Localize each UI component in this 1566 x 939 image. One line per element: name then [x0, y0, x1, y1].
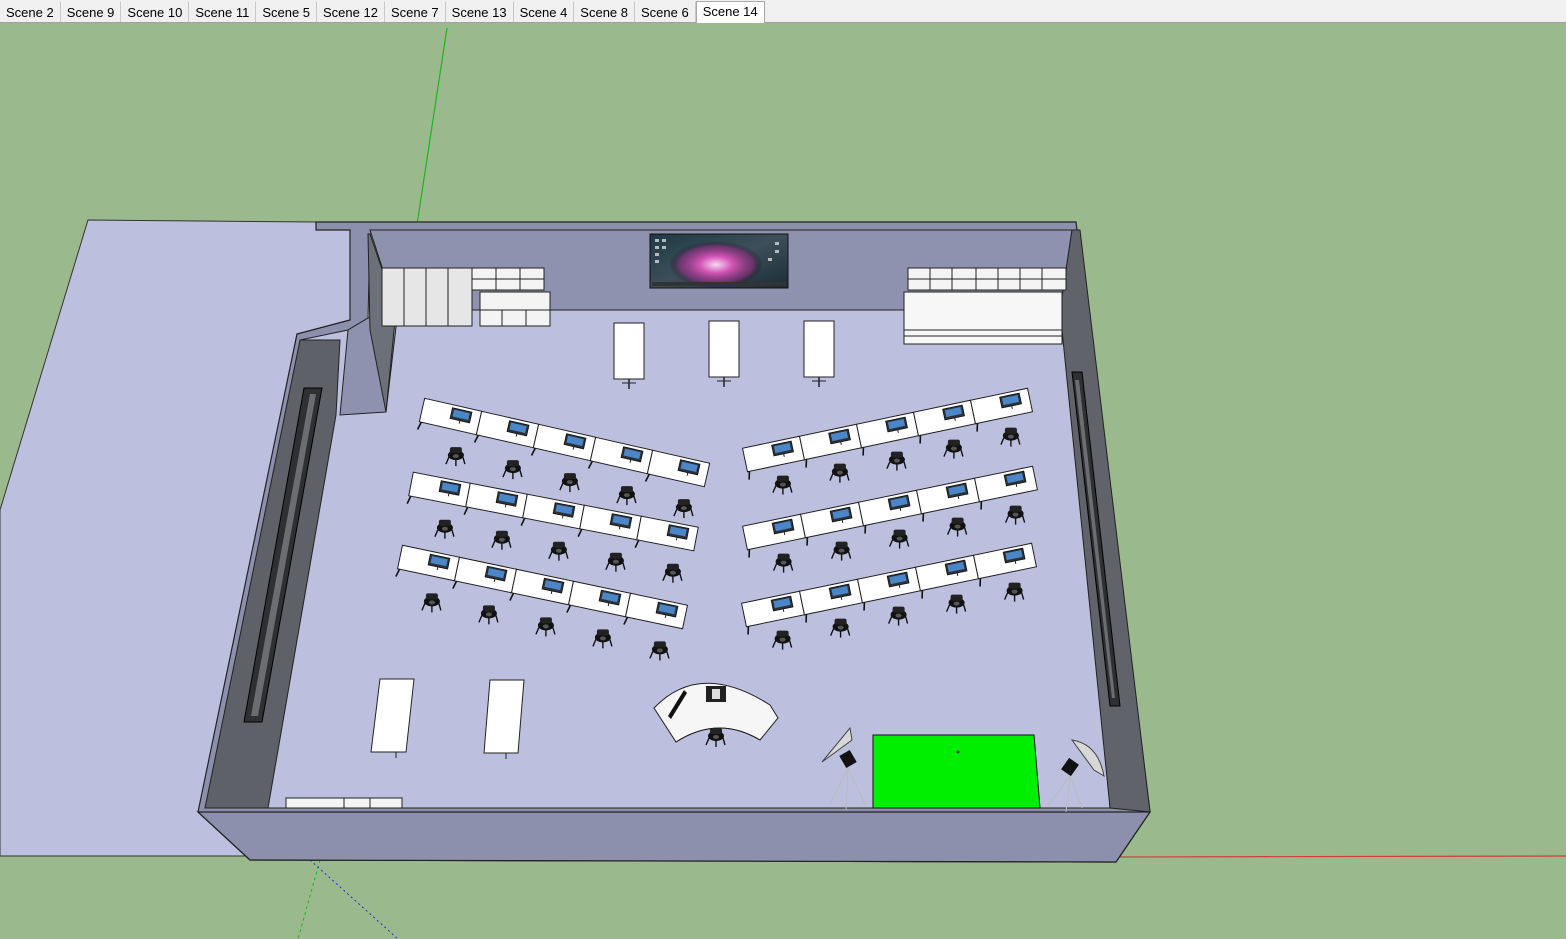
desktop-wallpaper-screen — [649, 233, 789, 289]
3d-model-view — [0, 27, 1566, 939]
green-screen — [872, 734, 1041, 809]
front-wall — [196, 811, 1152, 863]
front-bench — [285, 797, 403, 809]
green-axis-hidden — [297, 859, 321, 939]
storage-cabinets-right — [903, 267, 1067, 345]
blue-axis-hidden — [309, 859, 399, 939]
red-axis — [1119, 855, 1566, 858]
storage-cabinets-left — [381, 267, 551, 327]
